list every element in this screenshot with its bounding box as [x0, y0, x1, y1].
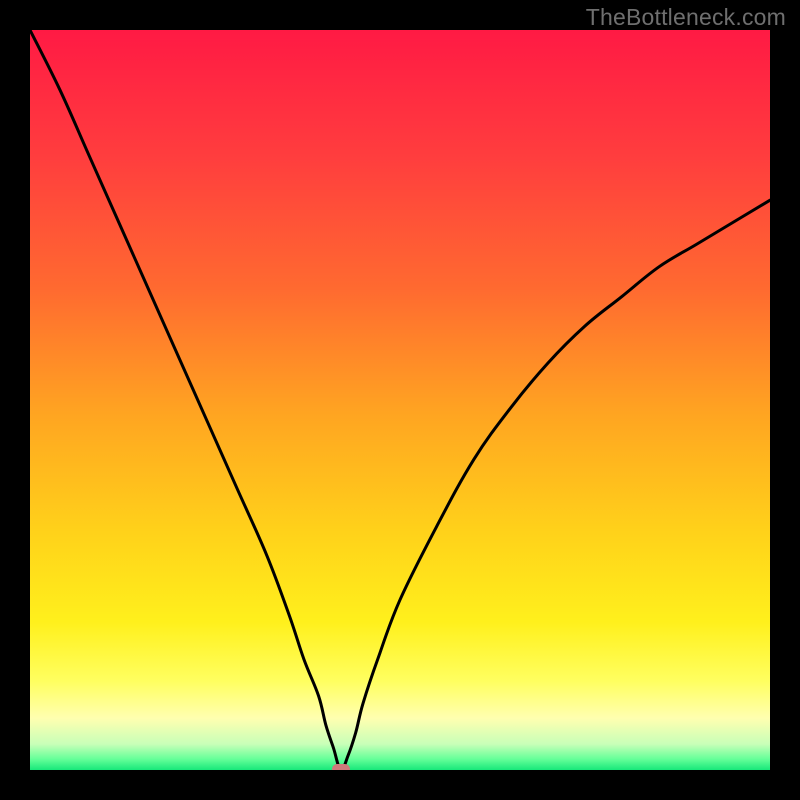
bottleneck-curve: [30, 30, 770, 770]
watermark-text: TheBottleneck.com: [586, 4, 786, 31]
chart-frame: TheBottleneck.com: [0, 0, 800, 800]
plot-area: [30, 30, 770, 770]
optimal-marker: [332, 764, 350, 770]
